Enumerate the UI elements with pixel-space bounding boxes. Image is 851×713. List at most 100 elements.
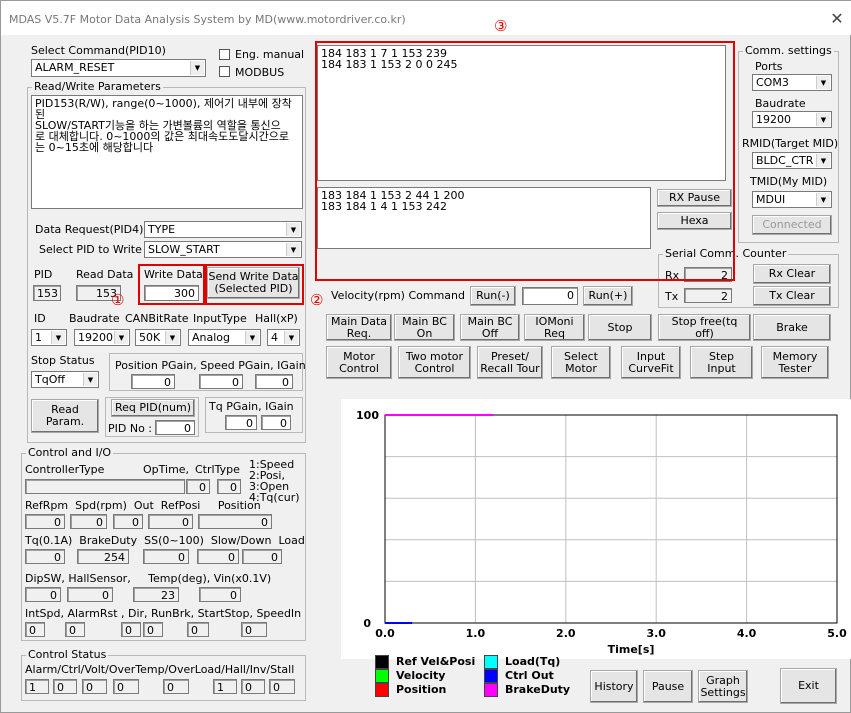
legend-brakeduty: BrakeDuty: [505, 683, 571, 696]
preset-recall-tour-button[interactable]: Preset/ Recall Tour: [477, 346, 543, 379]
two-motor-control-button[interactable]: Two motor Control: [398, 346, 471, 379]
inputtype-label: InputType: [193, 312, 247, 325]
position-field: 0: [198, 514, 272, 529]
stop-status-combo[interactable]: TqOff ▼: [31, 371, 99, 388]
load-field: 0: [242, 549, 282, 564]
canbitrate-combo[interactable]: 50K ▼: [135, 329, 181, 346]
slowdown-field: 0: [197, 549, 239, 564]
chevron-down-icon: ▼: [816, 76, 830, 89]
close-icon[interactable]: ✕: [827, 9, 847, 28]
select-pid-combo[interactable]: SLOW_START ▼: [144, 241, 302, 258]
chevron-down-icon: ▼: [816, 193, 830, 206]
req-pid-button[interactable]: Req PID(num): [111, 399, 195, 417]
position-pgain-field[interactable]: 0: [131, 374, 175, 389]
comm-settings-title: Comm. settings: [743, 44, 834, 57]
spd-field: 0: [70, 514, 107, 529]
tq-field: 0: [25, 549, 65, 564]
x-tick-label: 3.0: [646, 627, 666, 640]
motor-control-button[interactable]: Motor Control: [326, 346, 392, 379]
select-pid-label: Select PID to Write: [39, 243, 142, 256]
runbrk-field: 0: [143, 622, 163, 637]
data-request-label: Data Request(PID4): [35, 223, 144, 236]
graph-settings-button[interactable]: Graph Settings: [698, 670, 748, 703]
step-input-button[interactable]: Step Input: [690, 346, 753, 379]
speedin-field: 0: [241, 622, 267, 637]
velocity-label: Velocity(rpm) Command: [331, 289, 465, 302]
rmid-label: RMID(Target MID): [742, 137, 839, 150]
exit-button[interactable]: Exit: [780, 668, 837, 704]
out-field: 0: [113, 514, 143, 529]
hall-combo[interactable]: 4 ▼: [267, 329, 300, 346]
main-bc-off-button[interactable]: Main BC Off: [460, 314, 520, 341]
tmid-combo[interactable]: MDUI ▼: [752, 191, 832, 208]
rmid-combo[interactable]: BLDC_CTR ▼: [752, 152, 832, 169]
modbus-checkbox[interactable]: [219, 66, 230, 77]
read-param-button[interactable]: Read Param.: [31, 399, 99, 433]
annotation-box-write-data: [138, 264, 205, 305]
vin-field: 0: [199, 587, 241, 602]
stop-free-button[interactable]: Stop free(tq off): [658, 314, 751, 341]
input-curvefit-button[interactable]: Input CurveFit: [621, 346, 681, 379]
alarm-field: 1: [25, 679, 49, 694]
row4-labels: DipSW, HallSensor, Temp(deg), Vin(x0.1V): [25, 572, 272, 585]
iomoni-req-button[interactable]: IOMoni Req: [524, 314, 585, 341]
run-plus-button[interactable]: Run(+): [583, 286, 633, 306]
stall-field: 0: [269, 679, 295, 694]
hall-status-field: 1: [213, 679, 237, 694]
comm-baudrate-combo[interactable]: 19200 ▼: [752, 111, 832, 128]
overtemp-field: 0: [113, 679, 139, 694]
ports-combo[interactable]: COM3 ▼: [752, 74, 832, 91]
pause-button[interactable]: Pause: [643, 670, 693, 703]
tq-pgain-field[interactable]: 0: [225, 415, 257, 430]
rx-clear-button[interactable]: Rx Clear: [753, 264, 831, 284]
control-status-group: Control Status: [21, 648, 306, 701]
pgain-label: Position PGain, Speed PGain, IGain: [115, 359, 306, 372]
select-motor-button[interactable]: Select Motor: [551, 346, 611, 379]
brake-button[interactable]: Brake: [753, 314, 831, 341]
chevron-down-icon: ▼: [286, 223, 300, 236]
row5-labels: IntSpd, AlarmRst , Dir, RunBrk, StartSto…: [25, 607, 302, 620]
chevron-down-icon: ▼: [51, 331, 65, 344]
legend-swatch-velocity: [375, 669, 389, 683]
main-bc-on-button[interactable]: Main BC On: [394, 314, 455, 341]
control-status-labels: Alarm/Ctrl/Volt/OverTemp/OverLoad/Hall/I…: [25, 663, 295, 676]
annotation-box-comm: [315, 41, 735, 281]
igain-field[interactable]: 0: [255, 374, 293, 389]
optime-label: OpTime,: [143, 463, 190, 476]
optime-field: 0: [186, 479, 210, 494]
rw-params-title: Read/Write Parameters: [32, 80, 163, 93]
speed-pgain-field[interactable]: 0: [199, 374, 243, 389]
x-tick-label: 1.0: [466, 627, 486, 640]
row2-labels: RefRpm Spd(rpm) Out RefPosi Position: [25, 499, 261, 512]
brakeduty-field: 254: [77, 549, 129, 564]
controller-type-field: [25, 479, 185, 494]
run-minus-button[interactable]: Run(-): [470, 286, 516, 306]
tq-igain-field[interactable]: 0: [261, 415, 291, 430]
data-request-combo[interactable]: TYPE ▼: [144, 221, 302, 238]
eng-manual-checkbox[interactable]: [219, 49, 230, 60]
id-combo[interactable]: 1 ▼: [31, 329, 67, 346]
canbitrate-label: CANBitRate: [125, 312, 189, 325]
tx-counter-field: 2: [684, 288, 732, 303]
baudrate-combo[interactable]: 19200 ▼: [74, 329, 130, 346]
param-description: PID153(R/W), range(0~1000), 제어기 내부에 장착된 …: [31, 95, 303, 209]
baudrate-label: Baudrate: [69, 312, 120, 325]
overload-field: 0: [163, 679, 189, 694]
stop-button[interactable]: Stop: [588, 314, 652, 341]
main-data-req-button[interactable]: Main Data Req.: [326, 314, 392, 341]
legend-swatch-ref: [375, 655, 389, 669]
stop-status-label: Stop Status: [31, 354, 95, 367]
y-tick-label: 0: [363, 617, 371, 630]
pid-label: PID: [34, 268, 53, 281]
connected-button[interactable]: Connected: [752, 215, 832, 235]
pid-no-field[interactable]: 0: [155, 420, 195, 435]
select-command-combo[interactable]: ALARM_RESET ▼: [31, 59, 206, 77]
inputtype-combo[interactable]: Analog ▼: [188, 329, 261, 346]
memory-tester-button[interactable]: Memory Tester: [761, 346, 829, 379]
velocity-field[interactable]: 0: [522, 287, 578, 305]
legend-swatch-ctrlout: [484, 669, 498, 683]
refrpm-field: 0: [25, 514, 65, 529]
tx-clear-button[interactable]: Tx Clear: [753, 286, 831, 306]
history-button[interactable]: History: [590, 670, 638, 703]
chevron-down-icon: ▼: [816, 113, 830, 126]
